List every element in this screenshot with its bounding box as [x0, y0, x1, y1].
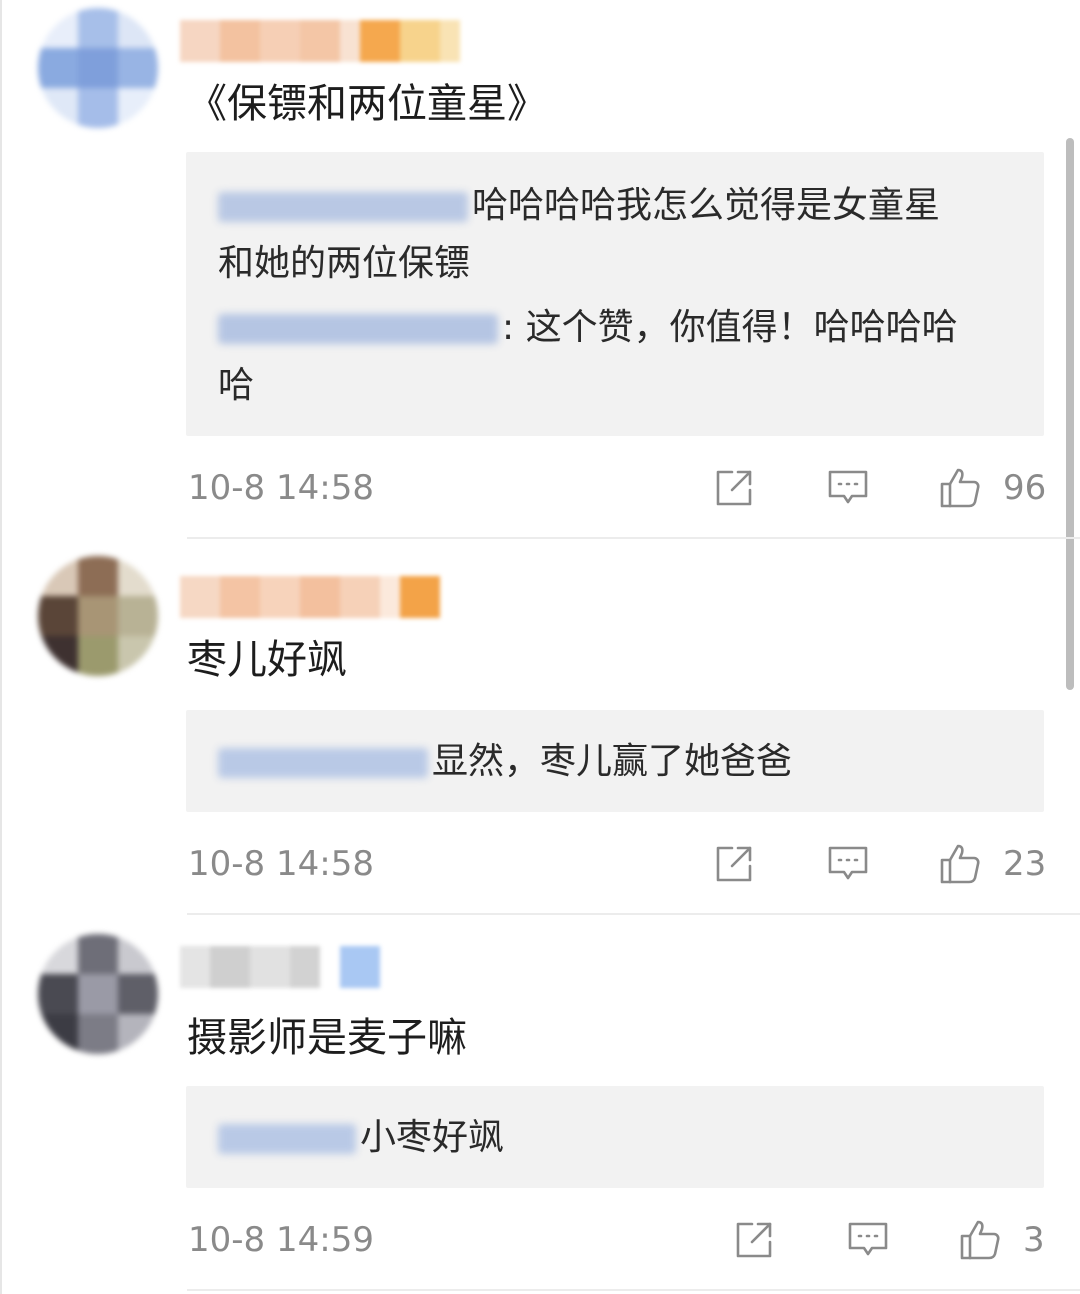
- comment-text: 《保镖和两位童星》: [187, 81, 547, 127]
- username[interactable]: [180, 946, 380, 988]
- reply-text: 显然，枣儿赢了她爸爸: [432, 741, 793, 782]
- reply-text: 小枣好飒: [360, 1117, 505, 1158]
- reply-box[interactable]: 小枣好飒: [186, 1086, 1044, 1188]
- reply-text: 和她的两位保镖: [218, 243, 471, 284]
- like-count: 3: [1023, 1220, 1045, 1260]
- comment-time: 10-8 14:58: [188, 468, 374, 508]
- divider: [187, 913, 1080, 915]
- share-icon[interactable]: [712, 466, 756, 510]
- comment-text: 枣儿好飒: [187, 637, 347, 683]
- reply-text: 哈哈哈哈我怎么觉得是女童星: [472, 185, 941, 226]
- reply-line: 小枣好飒: [218, 1114, 504, 1162]
- username[interactable]: [180, 576, 440, 618]
- reply-text: : 这个赞，你值得！哈哈哈哈: [502, 307, 958, 348]
- avatar[interactable]: [38, 8, 158, 128]
- blurred-reply-username: [218, 1124, 356, 1154]
- like-icon[interactable]: [938, 842, 982, 886]
- reply-line: 显然，枣儿赢了她爸爸: [218, 738, 792, 786]
- blurred-reply-username: [218, 314, 498, 344]
- blurred-reply-username: [218, 192, 468, 222]
- comment-icon[interactable]: [826, 466, 870, 510]
- scrollbar[interactable]: [1066, 138, 1074, 690]
- comment-text: 摄影师是麦子嘛: [187, 1015, 467, 1061]
- reply-line: 和她的两位保镖: [218, 240, 470, 288]
- left-edge-line: [0, 0, 2, 1294]
- reply-text: 哈: [218, 365, 255, 406]
- comment-footer: 10-8 14:58 96: [0, 458, 1080, 518]
- username[interactable]: [180, 20, 460, 62]
- comment-icon[interactable]: [826, 842, 870, 886]
- comment-time: 10-8 14:58: [188, 844, 374, 884]
- like-count: 96: [1003, 468, 1047, 508]
- share-icon[interactable]: [712, 842, 756, 886]
- reply-line: 哈哈哈哈我怎么觉得是女童星: [218, 182, 940, 230]
- divider: [187, 1289, 1080, 1291]
- comment-footer: 10-8 14:59 3: [0, 1210, 1080, 1270]
- avatar[interactable]: [38, 934, 158, 1054]
- reply-line: 哈: [218, 362, 254, 410]
- reply-box[interactable]: 显然，枣儿赢了她爸爸: [186, 710, 1044, 812]
- like-icon[interactable]: [938, 466, 982, 510]
- blurred-reply-username: [218, 748, 428, 778]
- share-icon[interactable]: [732, 1218, 776, 1262]
- comment-icon[interactable]: [846, 1218, 890, 1262]
- like-count: 23: [1003, 844, 1047, 884]
- reply-line: : 这个赞，你值得！哈哈哈哈: [218, 304, 958, 352]
- reply-box[interactable]: 哈哈哈哈我怎么觉得是女童星 和她的两位保镖 : 这个赞，你值得！哈哈哈哈 哈: [186, 152, 1044, 436]
- comment-time: 10-8 14:59: [188, 1220, 374, 1260]
- divider: [187, 537, 1080, 539]
- like-icon[interactable]: [958, 1218, 1002, 1262]
- avatar[interactable]: [38, 556, 158, 676]
- comment-footer: 10-8 14:58 23: [0, 834, 1080, 894]
